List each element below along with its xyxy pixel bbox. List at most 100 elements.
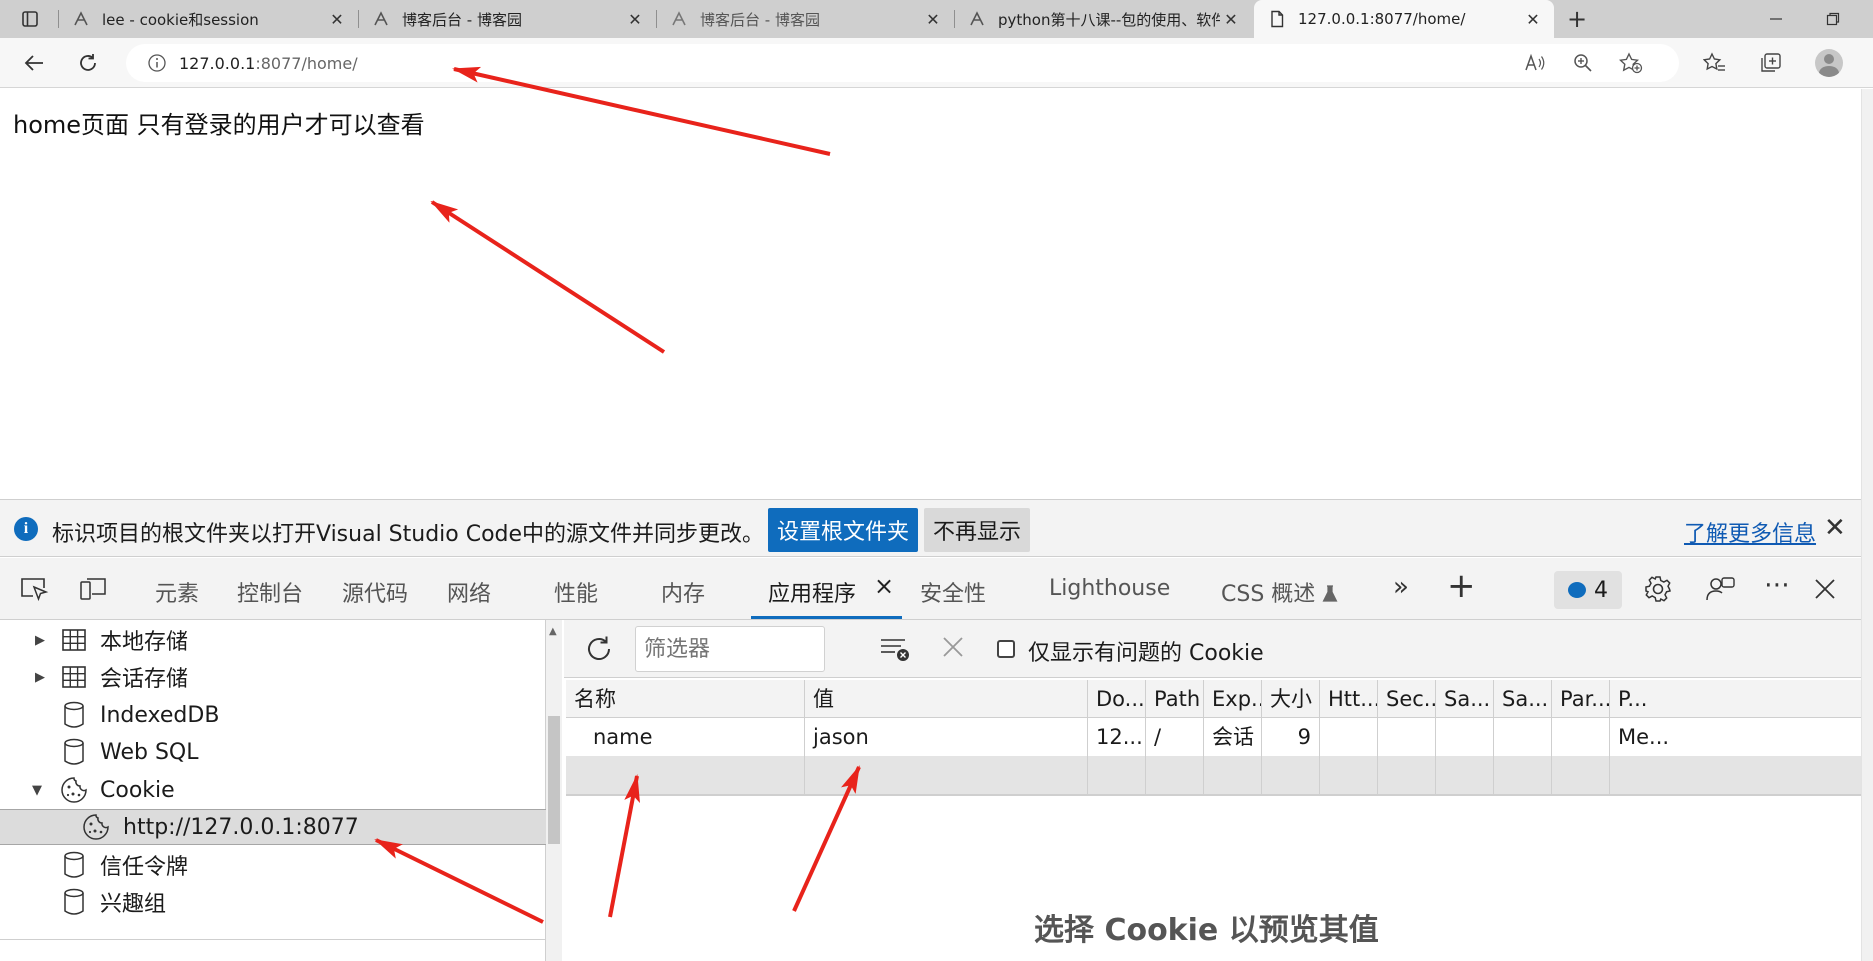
tab-security[interactable]: 安全性 (920, 576, 986, 608)
column-header[interactable]: Sa... (1494, 680, 1552, 718)
device-emulation-button[interactable] (76, 574, 110, 604)
empty-cell (566, 756, 805, 794)
cookie-priority-cell: Me... (1618, 725, 1670, 749)
close-tab-icon[interactable]: ✕ (326, 8, 348, 30)
tree-item-label: 会话存储 (100, 667, 189, 692)
tree-item-cookie-origin[interactable]: http://127.0.0.1:8077 (0, 809, 546, 845)
tree-item-trust-tokens[interactable]: 信任令牌 (0, 847, 546, 883)
sidebar-scrollbar[interactable]: ▲ (546, 620, 562, 961)
sidebar-scrollbar-thumb[interactable] (548, 716, 560, 844)
tab-css-overview[interactable]: CSS 概述 (1221, 576, 1338, 608)
tab-console[interactable]: 控制台 (237, 576, 303, 608)
site-info-icon[interactable] (147, 53, 167, 73)
only-issues-checkbox[interactable] (997, 640, 1015, 658)
scroll-up-icon[interactable]: ▲ (549, 626, 557, 637)
learn-more-link[interactable]: 了解更多信息 (1684, 516, 1816, 548)
column-header[interactable]: Path (1146, 680, 1204, 718)
close-tab-icon[interactable]: ✕ (1522, 8, 1544, 30)
cookie-icon (82, 813, 110, 841)
tab-memory[interactable]: 内存 (661, 576, 705, 608)
column-header[interactable]: Do... (1088, 680, 1146, 718)
feedback-button[interactable] (1703, 574, 1737, 604)
minimize-button[interactable] (1756, 4, 1796, 34)
url-path: :8077/home/ (255, 53, 358, 73)
empty-cell (1610, 756, 1704, 794)
more-options-icon[interactable]: ⋯ (1760, 570, 1794, 600)
cnblogs-icon (968, 10, 986, 28)
column-header[interactable]: Par... (1552, 680, 1610, 718)
column-header[interactable]: P... (1610, 680, 1704, 718)
window-scrollbar[interactable] (1861, 89, 1873, 961)
tree-item-session-storage[interactable]: ▶ 会话存储 (0, 659, 546, 695)
collections-button[interactable] (1757, 50, 1785, 76)
column-header[interactable]: 名称 (566, 680, 805, 718)
tab-actions-button[interactable] (10, 4, 50, 34)
url-text[interactable]: 127.0.0.1:8077/home/ (179, 54, 358, 73)
close-application-tab-icon[interactable]: × (874, 572, 894, 600)
tree-item-interest-groups[interactable]: 兴趣组 (0, 884, 546, 920)
tab-application[interactable]: 应用程序 (768, 576, 856, 608)
tree-item-label: http://127.0.0.1:8077 (123, 814, 359, 840)
profile-avatar[interactable] (1815, 49, 1843, 77)
close-tab-icon[interactable]: ✕ (624, 8, 646, 30)
browser-tab-5[interactable]: 127.0.0.1:8077/home/ ✕ (1254, 0, 1554, 38)
close-tab-icon[interactable]: ✕ (1220, 8, 1242, 30)
tab-css-overview-label: CSS 概述 (1221, 582, 1316, 607)
cookie-table-header: 名称 值 Do... Path Exp... 大小 Htt... Sec... … (566, 680, 1861, 718)
column-header[interactable]: Exp... (1204, 680, 1262, 718)
add-favorite-icon[interactable] (1619, 51, 1643, 75)
tab-network[interactable]: 网络 (447, 576, 491, 608)
column-header[interactable]: 大小 (1262, 680, 1320, 718)
tree-item-cookie[interactable]: ▼ Cookie (0, 772, 546, 808)
device-icon (80, 578, 106, 600)
restore-button[interactable] (1813, 4, 1853, 34)
column-header[interactable]: Htt... (1320, 680, 1378, 718)
expand-arrow-icon[interactable]: ▶ (33, 670, 47, 685)
empty-cell (1320, 756, 1378, 794)
close-devtools-button[interactable] (1808, 574, 1842, 604)
cookie-filter-input[interactable] (635, 626, 825, 672)
table-row-empty[interactable] (566, 756, 1861, 794)
tree-item-local-storage[interactable]: ▶ 本地存储 (0, 622, 546, 658)
devtools-tab-bar: 元素 控制台 源代码 网络 性能 内存 应用程序 × 安全性 Lighthous… (0, 558, 1861, 620)
address-bar[interactable]: 127.0.0.1:8077/home/ (126, 44, 1679, 82)
column-header[interactable]: Sa... (1436, 680, 1494, 718)
new-tab-button[interactable]: + (1562, 4, 1592, 34)
back-button[interactable] (18, 48, 50, 78)
tab-elements[interactable]: 元素 (155, 576, 199, 608)
tree-item-indexeddb[interactable]: IndexedDB (0, 697, 546, 733)
tab-title: 博客后台 - 博客园 (402, 10, 522, 29)
close-tab-icon[interactable]: ✕ (922, 8, 944, 30)
set-root-folder-button[interactable]: 设置根文件夹 (768, 508, 918, 552)
favorites-button[interactable] (1701, 50, 1729, 76)
column-header[interactable]: 值 (805, 680, 1088, 718)
browser-tab-3[interactable]: 博客后台 - 博客园 ✕ (656, 0, 954, 38)
database-icon (60, 888, 88, 916)
zoom-icon[interactable] (1571, 51, 1595, 75)
clear-all-cookies-button[interactable] (878, 634, 912, 664)
tree-item-web-sql[interactable]: Web SQL (0, 734, 546, 770)
refresh-button[interactable] (72, 48, 104, 78)
browser-tab-4[interactable]: python第十八课--包的使用、软件 ✕ (954, 0, 1252, 38)
refresh-cookies-button[interactable] (582, 632, 616, 666)
issues-counter-button[interactable]: 4 (1554, 571, 1622, 609)
column-header[interactable]: Sec... (1378, 680, 1436, 718)
tab-lighthouse[interactable]: Lighthouse (1049, 576, 1170, 601)
tab-performance[interactable]: 性能 (554, 576, 598, 608)
cnblogs-icon (372, 10, 390, 28)
tab-sources[interactable]: 源代码 (342, 576, 408, 608)
browser-tab-1[interactable]: lee - cookie和session ✕ (58, 0, 358, 38)
browser-tab-2[interactable]: 博客后台 - 博客园 ✕ (358, 0, 656, 38)
read-aloud-icon[interactable] (1523, 51, 1547, 75)
close-infobar-icon[interactable]: ✕ (1824, 514, 1846, 542)
settings-button[interactable] (1641, 574, 1675, 604)
more-tabs-icon[interactable]: » (1393, 572, 1409, 602)
delete-selected-icon[interactable] (938, 632, 968, 662)
table-row[interactable]: name jason 12... / 会话 9 Me... (566, 718, 1861, 756)
empty-cell (1552, 756, 1610, 794)
inspect-element-button[interactable] (17, 574, 51, 604)
expand-arrow-icon[interactable]: ▶ (33, 633, 47, 648)
dont-show-again-button[interactable]: 不再显示 (924, 508, 1030, 552)
add-tool-icon[interactable]: + (1447, 566, 1476, 606)
collapse-arrow-icon[interactable]: ▼ (30, 783, 44, 798)
